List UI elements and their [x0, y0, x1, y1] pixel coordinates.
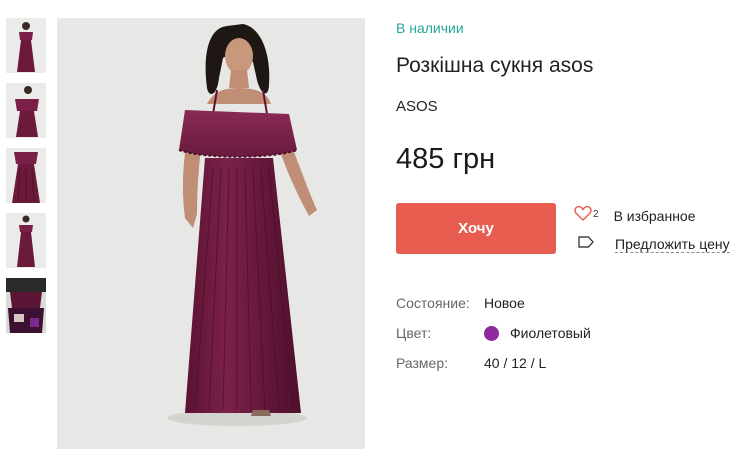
heart-icon — [574, 205, 592, 226]
product-title: Розкішна сукня asos — [396, 54, 594, 77]
spec-color: Цвет: Фиолетовый — [396, 325, 591, 341]
main-product-image[interactable] — [57, 18, 365, 449]
thumbnail-5[interactable] — [6, 278, 46, 333]
product-price: 485 грн — [396, 143, 496, 175]
spec-color-value: Фиолетовый — [510, 325, 591, 341]
spec-size: Размер: 40 / 12 / L — [396, 355, 546, 371]
spec-size-value: 40 / 12 / L — [484, 355, 547, 371]
product-brand: ASOS — [396, 98, 438, 115]
thumbnail-2[interactable] — [6, 83, 46, 138]
spec-condition-key: Состояние: — [396, 295, 470, 311]
make-offer-label: Предложить цену — [615, 235, 730, 253]
availability-status: В наличии — [396, 20, 464, 36]
spec-condition-value: Новое — [484, 295, 525, 311]
thumbnail-4[interactable] — [6, 213, 46, 268]
spec-color-key: Цвет: — [396, 325, 432, 341]
favorites-label: В избранное — [613, 207, 696, 224]
spec-color-value-wrap: Фиолетовый — [484, 325, 591, 341]
spec-size-key: Размер: — [396, 355, 449, 371]
price-tag-icon — [578, 235, 594, 253]
want-button[interactable]: Хочу — [396, 203, 556, 254]
favorites-count: 2 — [593, 209, 599, 220]
spec-condition: Состояние: Новое — [396, 295, 525, 311]
thumbnail-list — [6, 18, 46, 343]
make-offer[interactable]: Предложить цену — [578, 235, 730, 253]
thumbnail-1[interactable] — [6, 18, 46, 73]
add-to-favorites[interactable]: 2 В избранное — [574, 205, 696, 226]
color-swatch — [484, 325, 499, 341]
thumbnail-3[interactable] — [6, 148, 46, 203]
